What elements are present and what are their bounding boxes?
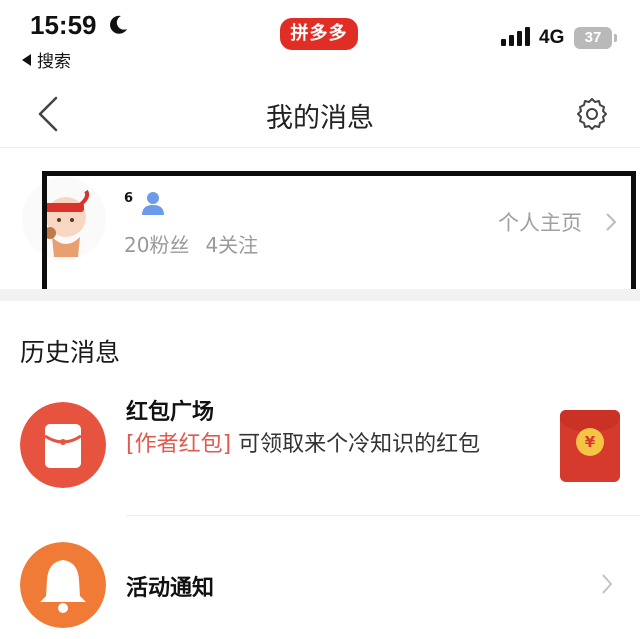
list-item-title: 活动通知: [126, 576, 215, 601]
chevron-right-icon: [602, 574, 613, 594]
red-packet-thumbnail[interactable]: ¥: [560, 410, 620, 482]
row-divider: [126, 515, 640, 516]
page-title: 我的消息: [266, 103, 374, 134]
back-app-label: 搜索: [37, 52, 71, 72]
network-type: 4G: [539, 27, 565, 48]
yuan-coin-icon: ¥: [576, 428, 604, 456]
back-to-app-link[interactable]: 搜索: [22, 47, 71, 72]
section-divider: [0, 289, 640, 301]
list-item-body: [作者红包] 可领取来个冷知识的红包: [126, 428, 496, 462]
moon-icon: [110, 15, 127, 34]
battery-indicator: 37: [574, 27, 617, 49]
bell-icon: [20, 542, 106, 628]
signal-icon: [501, 26, 531, 46]
status-bar: 15:59 搜索 拼多多 4G 37: [0, 0, 640, 80]
red-envelope-icon: [20, 402, 106, 488]
gear-icon[interactable]: [574, 96, 610, 132]
author-red-packet-tag: [作者红包]: [126, 432, 232, 457]
list-item-text: 可领取来个冷知识的红包: [231, 432, 481, 457]
list-item-title: 红包广场: [126, 400, 215, 425]
section-title-history: 历史消息: [20, 338, 121, 367]
back-triangle-icon: [22, 54, 31, 66]
status-time: 15:59: [30, 10, 97, 40]
highlight-box: [42, 171, 636, 300]
brand-badge: 拼多多: [280, 18, 358, 50]
nav-header: 我的消息: [0, 80, 640, 148]
